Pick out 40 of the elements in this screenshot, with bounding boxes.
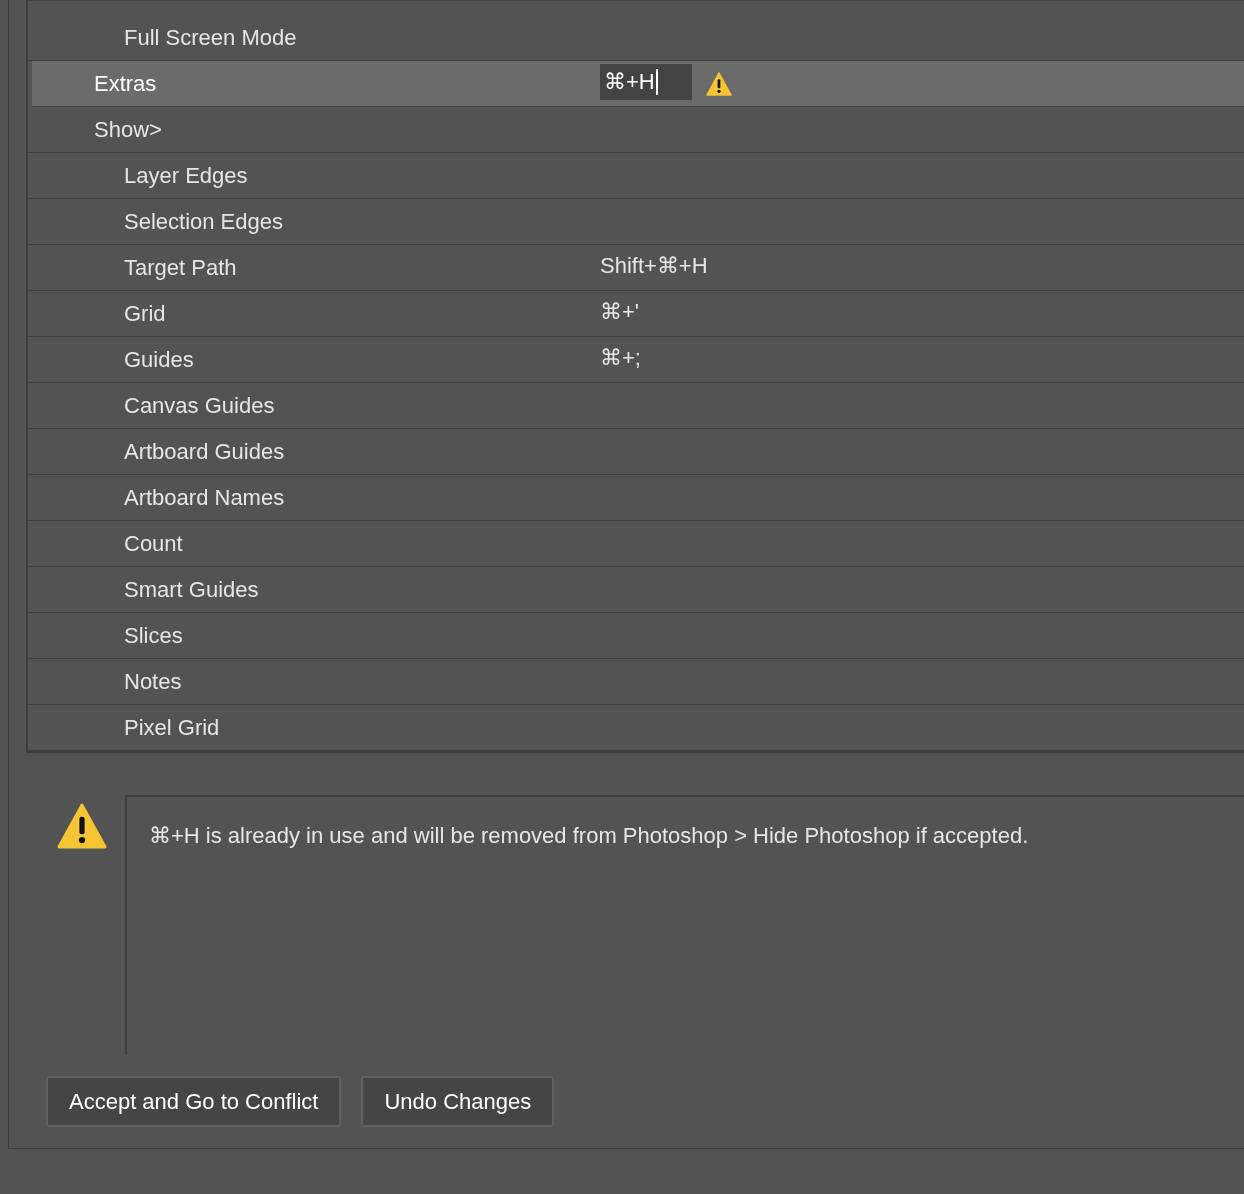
shortcut-field[interactable]: ⌘+H	[600, 63, 692, 100]
conflict-message: ⌘+H is already in use and will be removed from Photoshop > Hide Photoshop if accepted.	[149, 823, 1029, 848]
command-label: Canvas Guides	[123, 392, 276, 420]
shortcut-row[interactable]: Guides ⌘+;	[28, 337, 1244, 383]
shortcut-text: ⌘+'	[600, 298, 640, 326]
command-label: Slices	[123, 622, 184, 650]
command-label: Pixel Grid	[123, 714, 221, 742]
command-label: Smart Guides	[123, 576, 260, 604]
shortcut-row[interactable]: Show>	[28, 107, 1244, 153]
shortcut-row[interactable]: Canvas Guides	[28, 383, 1244, 429]
shortcut-row[interactable]: Notes	[28, 659, 1244, 705]
command-label: Notes	[123, 668, 183, 696]
command-label: Artboard Names	[123, 484, 286, 512]
shortcut-text: ⌘+;	[600, 344, 641, 372]
dialog-button[interactable]: Undo Changes	[361, 1076, 555, 1127]
shortcut-row[interactable]: Selection Edges	[28, 199, 1244, 245]
shortcut-row[interactable]: Pixel Grid	[28, 705, 1244, 751]
shortcut-row[interactable]: Artboard Guides	[28, 429, 1244, 475]
command-label: Show>	[93, 116, 163, 144]
shortcut-text: Shift+⌘+H	[600, 252, 708, 280]
command-label: Extras	[93, 70, 158, 98]
shortcut-row[interactable]: Count	[28, 521, 1244, 567]
command-label: Layer Edges	[123, 162, 249, 190]
command-label: Artboard Guides	[123, 438, 286, 466]
shortcut-row[interactable]: Smart Guides	[28, 567, 1244, 613]
command-label: Guides	[123, 346, 195, 374]
warning-icon	[706, 71, 732, 96]
shortcut-row[interactable]: Target Path Shift+⌘+H	[28, 245, 1244, 291]
shortcut-row[interactable]: Grid ⌘+'	[28, 291, 1244, 337]
dialog-button[interactable]: Accept and Go to Conflict	[46, 1076, 342, 1127]
command-label: Target Path	[123, 254, 238, 282]
shortcut-row[interactable]: Artboard Names	[28, 475, 1244, 521]
command-label: Selection Edges	[123, 208, 284, 236]
shortcut-row[interactable]: Slices	[28, 613, 1244, 659]
command-label: Grid	[123, 300, 167, 328]
command-label: Full Screen Mode	[123, 24, 298, 52]
warning-icon	[57, 803, 107, 849]
command-label: Count	[123, 530, 184, 558]
shortcut-row[interactable]: Layer Edges	[28, 153, 1244, 199]
shortcut-row[interactable]: Extras ⌘+H	[32, 61, 1244, 107]
